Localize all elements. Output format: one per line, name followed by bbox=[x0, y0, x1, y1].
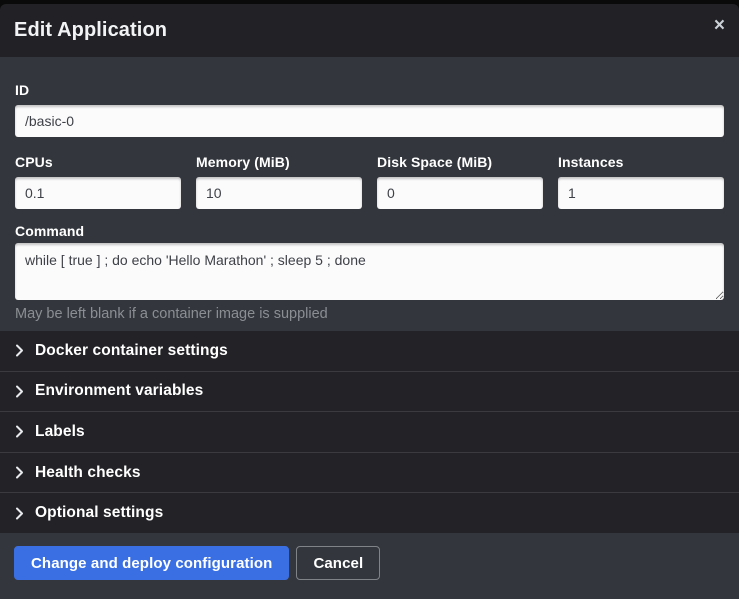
command-field-group: Command while [ true ] ; do echo 'Hello … bbox=[15, 223, 724, 322]
memory-field-group: Memory (MiB) bbox=[196, 154, 362, 209]
chevron-right-icon bbox=[15, 507, 24, 520]
instances-input[interactable] bbox=[558, 177, 724, 209]
chevron-right-icon bbox=[15, 425, 24, 438]
close-icon[interactable]: × bbox=[710, 14, 729, 37]
memory-label: Memory (MiB) bbox=[196, 154, 362, 170]
section-label: Labels bbox=[35, 423, 85, 441]
instances-field-group: Instances bbox=[558, 154, 724, 209]
section-optional-settings[interactable]: Optional settings bbox=[0, 493, 739, 533]
cpus-field-group: CPUs bbox=[15, 154, 181, 209]
cpus-input[interactable] bbox=[15, 177, 181, 209]
id-label: ID bbox=[15, 82, 724, 98]
collapsible-sections: Docker container settings Environment va… bbox=[0, 331, 739, 533]
section-health-checks[interactable]: Health checks bbox=[0, 453, 739, 494]
disk-space-input[interactable] bbox=[377, 177, 543, 209]
cpus-label: CPUs bbox=[15, 154, 181, 170]
modal-header: Edit Application × bbox=[0, 4, 739, 57]
chevron-right-icon bbox=[15, 344, 24, 357]
chevron-right-icon bbox=[15, 466, 24, 479]
edit-application-modal: Edit Application × ID CPUs Memory (MiB) … bbox=[0, 4, 739, 599]
disk-space-label: Disk Space (MiB) bbox=[377, 154, 543, 170]
instances-label: Instances bbox=[558, 154, 724, 170]
memory-input[interactable] bbox=[196, 177, 362, 209]
section-label: Environment variables bbox=[35, 382, 203, 400]
command-label: Command bbox=[15, 223, 724, 239]
section-label: Docker container settings bbox=[35, 342, 228, 360]
section-docker-container-settings[interactable]: Docker container settings bbox=[0, 331, 739, 372]
modal-footer: Change and deploy configuration Cancel bbox=[0, 533, 739, 599]
section-label: Health checks bbox=[35, 464, 141, 482]
id-input[interactable] bbox=[15, 105, 724, 137]
edit-application-form: ID CPUs Memory (MiB) Disk Space (MiB) In… bbox=[0, 57, 739, 331]
command-textarea[interactable]: while [ true ] ; do echo 'Hello Marathon… bbox=[15, 243, 724, 300]
cancel-button[interactable]: Cancel bbox=[296, 546, 380, 580]
id-field-group: ID bbox=[15, 82, 724, 137]
chevron-right-icon bbox=[15, 385, 24, 398]
section-labels[interactable]: Labels bbox=[0, 412, 739, 453]
command-help-text: May be left blank if a container image i… bbox=[15, 306, 724, 322]
section-label: Optional settings bbox=[35, 504, 163, 522]
resources-row: CPUs Memory (MiB) Disk Space (MiB) Insta… bbox=[15, 154, 724, 209]
modal-title: Edit Application bbox=[14, 19, 167, 42]
section-environment-variables[interactable]: Environment variables bbox=[0, 372, 739, 413]
change-and-deploy-button[interactable]: Change and deploy configuration bbox=[14, 546, 289, 580]
disk-space-field-group: Disk Space (MiB) bbox=[377, 154, 543, 209]
